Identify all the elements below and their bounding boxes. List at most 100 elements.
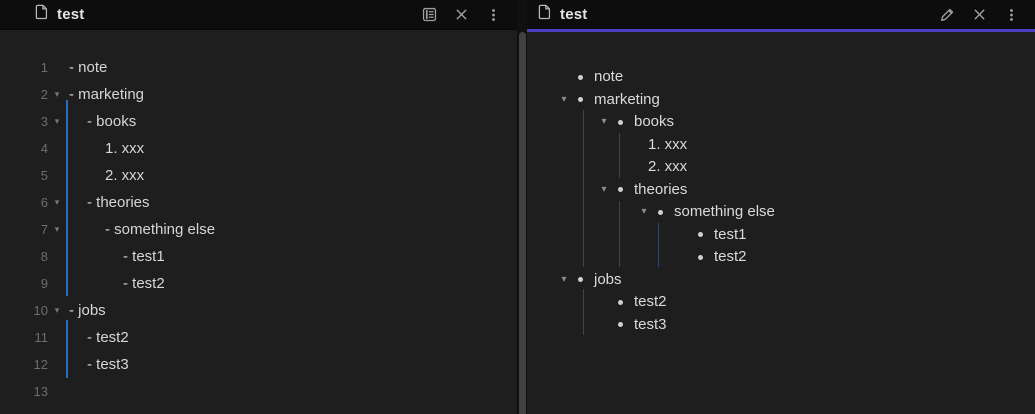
preview-list-item: test2 (527, 246, 1035, 269)
editor-line[interactable]: 9 - test2 (0, 270, 517, 297)
bullet-dot (578, 97, 583, 103)
close-tab-button[interactable] (449, 3, 473, 27)
pane-resize-handle[interactable] (518, 32, 526, 414)
list-item-text: test2 (634, 293, 667, 310)
editor-line[interactable]: 1 - note (0, 54, 517, 81)
editor-line[interactable]: 10 ▾ - jobs (0, 297, 517, 324)
list-item-text: note (594, 68, 624, 85)
editor-pane: test 1 - note 2 ▾ - marketing 3 ▾ - book… (0, 0, 517, 414)
editor-content[interactable]: 1- note 2 ▾ - marketing 3 ▾ - books 4 1. xxx 5 2. … (0, 30, 517, 414)
bullet-dot (618, 322, 623, 328)
preview-list-item: test2 (527, 291, 1035, 314)
line-text: - note (69, 59, 108, 76)
editor-header-actions (417, 3, 517, 27)
ordered-list-item-text: 2. xxx (648, 158, 688, 175)
list-item-text: test3 (634, 315, 667, 333)
preview-tab-header[interactable]: test (527, 0, 1035, 32)
more-vertical-icon (486, 7, 501, 23)
active-indent-guide (66, 100, 68, 296)
preview-list-item: note (527, 66, 1035, 89)
collapse-arrow-icon[interactable]: ▾ (597, 111, 611, 134)
preview-list-item: test1 (527, 224, 1035, 247)
line-number: 11 (34, 330, 49, 345)
active-indent-guide (66, 320, 68, 378)
collapse-arrow-icon[interactable]: ▾ (557, 269, 571, 292)
close-tab-button[interactable] (967, 3, 991, 27)
fold-arrow-icon[interactable]: ▾ (49, 108, 65, 135)
line-number: 4 (40, 141, 48, 156)
editor-line[interactable]: 2 ▾ - marketing (0, 81, 517, 108)
preview-tab-title: test (560, 6, 588, 23)
editor-line[interactable]: 11 - test2 (0, 324, 517, 351)
indent-guide (619, 133, 620, 178)
ordered-list-item-text: 1. xxx (648, 135, 688, 153)
list-item-text: test1 (714, 225, 747, 243)
list-item-text: theories (634, 180, 688, 198)
bullet-dot (578, 74, 583, 80)
line-number: 7 (40, 222, 48, 237)
fold-arrow-icon[interactable]: ▾ (49, 81, 65, 108)
line-text: - books (87, 113, 137, 130)
line-text: - theories (87, 194, 150, 211)
indent-guide (658, 223, 659, 267)
line-number: 13 (33, 384, 48, 399)
editor-line[interactable]: 4 1. xxx (0, 135, 517, 162)
editor-line[interactable]: 5 2. xxx (0, 162, 517, 189)
line-text: - jobs (69, 302, 106, 319)
bullet-dot (578, 277, 583, 283)
line-text: - test2 (123, 275, 165, 292)
indent-guide (583, 289, 584, 335)
bullet-dot (618, 187, 623, 193)
preview-list-item: ▾ marketing (527, 89, 1035, 112)
editor-line[interactable]: 7 ▾ - something else (0, 216, 517, 243)
collapse-arrow-icon[interactable]: ▾ (637, 201, 651, 224)
bullet-dot (658, 209, 663, 215)
preview-header-actions (935, 3, 1035, 27)
reading-view-button[interactable] (417, 3, 441, 27)
more-options-button[interactable] (999, 3, 1023, 27)
bullet-dot (698, 254, 703, 260)
preview-list-item: 2. xxx (527, 156, 1035, 179)
preview-content: note ▾ marketing ▾ books 1. xxx 2. xxx ▾ theorie… (527, 32, 1035, 414)
fold-arrow-icon[interactable]: ▾ (49, 189, 65, 216)
fold-arrow-icon[interactable]: ▾ (49, 297, 65, 324)
editor-line[interactable]: 3 ▾ - books (0, 108, 517, 135)
bullet-dot (618, 119, 623, 125)
editor-line[interactable]: 8 - test1 (0, 243, 517, 270)
fold-arrow-icon[interactable]: ▾ (49, 216, 65, 243)
file-icon (537, 4, 553, 25)
line-text: - something else (105, 221, 216, 238)
list-item-text: marketing (594, 90, 660, 108)
more-options-button[interactable] (481, 3, 505, 27)
edit-view-button[interactable] (935, 3, 959, 27)
list-item-text: books (634, 113, 675, 130)
indent-guide (583, 110, 584, 267)
collapse-arrow-icon[interactable]: ▾ (597, 179, 611, 202)
list-item-text: test2 (714, 248, 747, 265)
workspace: test 1 - note 2 ▾ - marketing 3 ▾ - book… (0, 0, 1035, 414)
line-number: 1 (40, 60, 48, 75)
preview-list-item: ▾ jobs (527, 269, 1035, 292)
line-number: 8 (40, 249, 48, 264)
line-number: 10 (33, 303, 48, 318)
editor-line[interactable]: 6 ▾ - theories (0, 189, 517, 216)
line-text: - marketing (69, 86, 145, 103)
line-number: 3 (40, 114, 48, 129)
collapse-arrow-icon[interactable]: ▾ (557, 89, 571, 112)
preview-list-item: ▾ something else (527, 201, 1035, 224)
line-text: - test1 (123, 248, 165, 265)
editor-line[interactable]: 12 - test3 (0, 351, 517, 378)
preview-list-item: ▾ books (527, 111, 1035, 134)
list-item-text: jobs (594, 270, 622, 288)
reading-view-icon (421, 6, 438, 23)
list-item-text: something else (674, 203, 775, 220)
line-text: - test3 (87, 356, 129, 373)
close-icon (454, 7, 469, 22)
pane-divider (517, 0, 527, 414)
line-text: - test2 (87, 329, 129, 346)
editor-line[interactable]: 13 (0, 378, 517, 405)
edit-pencil-icon (939, 7, 955, 23)
line-number: 5 (40, 168, 48, 183)
editor-tab-header[interactable]: test (0, 0, 517, 30)
bullet-dot (698, 232, 703, 238)
